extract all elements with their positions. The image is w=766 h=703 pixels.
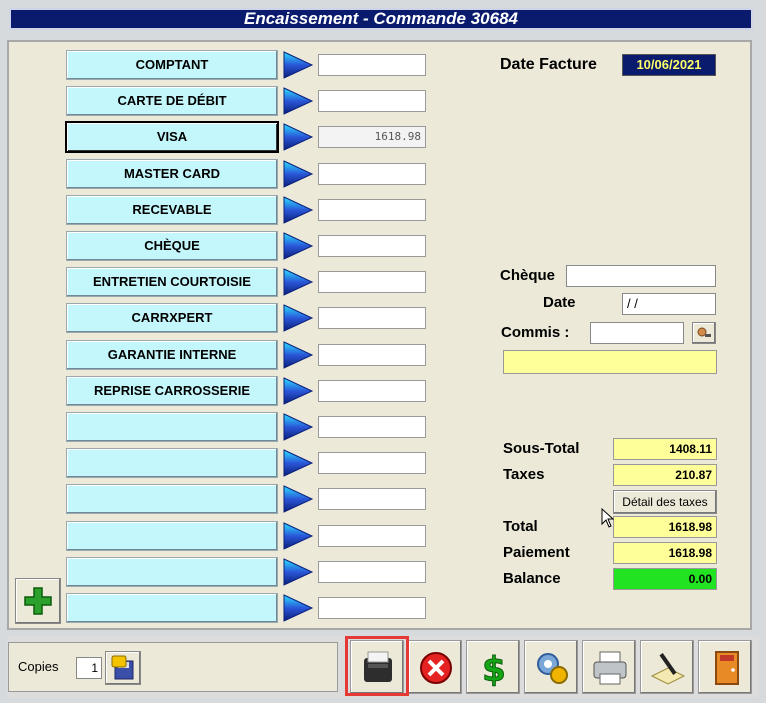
cheque-date-input[interactable]: / / (622, 293, 716, 315)
search-person-icon (697, 327, 711, 337)
payment-method-button[interactable] (66, 521, 278, 551)
payment-amount-input[interactable] (318, 561, 426, 583)
commis-lookup-button[interactable] (692, 322, 716, 344)
green-plus-icon (24, 587, 52, 615)
payment-method-button[interactable]: CARRXPERT (66, 303, 278, 333)
payment-amount-input[interactable] (318, 344, 426, 366)
payment-method-button[interactable]: ENTRETIEN COURTOISIE (66, 267, 278, 297)
payment-amount-input[interactable] (318, 525, 426, 547)
payment-method-button[interactable] (66, 557, 278, 587)
payment-method-button[interactable]: GARANTIE INTERNE (66, 340, 278, 370)
payment-method-button[interactable] (66, 484, 278, 514)
apply-amount-arrow-icon[interactable] (282, 340, 314, 370)
apply-amount-arrow-icon[interactable] (282, 412, 314, 442)
payment-method-button[interactable]: REPRISE CARROSSERIE (66, 376, 278, 406)
balance-value: 0.00 (613, 568, 717, 590)
dollar-icon: $ (482, 650, 507, 689)
copies-label: Copies (18, 659, 59, 674)
taxes-value: 210.87 (613, 464, 717, 486)
apply-amount-arrow-icon[interactable] (282, 593, 314, 623)
payment-amount-input[interactable] (318, 90, 426, 112)
payment-amount-input[interactable] (318, 380, 426, 402)
payment-amount-input[interactable] (318, 235, 426, 257)
payment-amount-input[interactable] (318, 488, 426, 510)
signature-icon (650, 653, 686, 685)
payment-label: Paiement (503, 544, 570, 561)
invoice-date-field[interactable]: 10/06/2021 (622, 54, 716, 76)
payment-amount-input[interactable] (318, 597, 426, 619)
add-payment-method-button[interactable] (15, 578, 61, 624)
payment-method-button[interactable]: CHÈQUE (66, 231, 278, 261)
save-copies-button[interactable] (105, 651, 141, 685)
apply-amount-arrow-icon[interactable] (282, 521, 314, 551)
copies-input[interactable]: 1 (76, 657, 102, 679)
sign-button[interactable] (640, 640, 694, 694)
apply-amount-arrow-icon[interactable] (282, 303, 314, 333)
payment-method-button[interactable]: VISA (66, 122, 278, 152)
exit-door-icon (715, 651, 739, 685)
cheque-label: Chèque (500, 267, 556, 284)
payment-method-button[interactable] (66, 593, 278, 623)
apply-amount-arrow-icon[interactable] (282, 231, 314, 261)
cash-register-window: Encaissement - Commande 30684 COMPTANT CA… (0, 0, 766, 703)
cancel-icon (420, 652, 452, 684)
settings-button[interactable] (524, 640, 578, 694)
apply-amount-arrow-icon[interactable] (282, 557, 314, 587)
total-value: 1618.98 (613, 516, 717, 538)
payment-method-button[interactable]: MASTER CARD (66, 159, 278, 189)
payment-amount-input[interactable]: 1618.98 (318, 126, 426, 148)
apply-amount-arrow-icon[interactable] (282, 86, 314, 116)
cheque-date-label: Date (543, 294, 576, 311)
exit-button[interactable] (698, 640, 752, 694)
copies-panel: Copies 1 (8, 642, 338, 692)
receipt-printer-highlight (345, 636, 409, 696)
total-label: Total (503, 518, 538, 535)
mouse-cursor-icon (601, 508, 615, 528)
commis-label: Commis : (501, 324, 570, 341)
apply-amount-arrow-icon[interactable] (282, 484, 314, 514)
svg-text:$: $ (482, 650, 506, 688)
payment-amount-input[interactable] (318, 452, 426, 474)
apply-amount-arrow-icon[interactable] (282, 159, 314, 189)
payment-amount-input[interactable] (318, 163, 426, 185)
apply-amount-arrow-icon[interactable] (282, 448, 314, 478)
payment-value: 1618.98 (613, 542, 717, 564)
apply-amount-arrow-icon[interactable] (282, 195, 314, 225)
apply-amount-arrow-icon[interactable] (282, 50, 314, 80)
payment-method-button[interactable] (66, 448, 278, 478)
payment-amount-input[interactable] (318, 416, 426, 438)
taxes-label: Taxes (503, 466, 545, 483)
floppy-disk-icon (111, 655, 134, 680)
apply-amount-arrow-icon[interactable] (282, 267, 314, 297)
settings-icon (537, 653, 568, 684)
apply-amount-arrow-icon[interactable] (282, 122, 314, 152)
balance-label: Balance (503, 570, 561, 587)
print-button[interactable] (582, 640, 636, 694)
printer-icon (593, 651, 627, 685)
payment-method-button[interactable] (66, 412, 278, 442)
invoice-date-label: Date Facture (500, 56, 597, 73)
cash-in-button[interactable]: $ (466, 640, 520, 694)
payment-amount-input[interactable] (318, 54, 426, 76)
window-title: Encaissement - Commande 30684 (9, 8, 753, 30)
subtotal-label: Sous-Total (503, 440, 580, 457)
payment-method-button[interactable]: COMPTANT (66, 50, 278, 80)
payment-method-button[interactable]: RECEVABLE (66, 195, 278, 225)
payment-amount-input[interactable] (318, 307, 426, 329)
payment-method-button[interactable]: CARTE DE DÉBIT (66, 86, 278, 116)
apply-amount-arrow-icon[interactable] (282, 376, 314, 406)
payment-amount-input[interactable] (318, 199, 426, 221)
commis-input[interactable] (590, 322, 684, 344)
tax-detail-button[interactable]: Détail des taxes (613, 490, 717, 514)
cancel-button[interactable] (408, 640, 462, 694)
subtotal-value: 1408.11 (613, 438, 717, 460)
commis-name-display (503, 350, 717, 374)
cheque-number-input[interactable] (566, 265, 716, 287)
payment-amount-input[interactable] (318, 271, 426, 293)
